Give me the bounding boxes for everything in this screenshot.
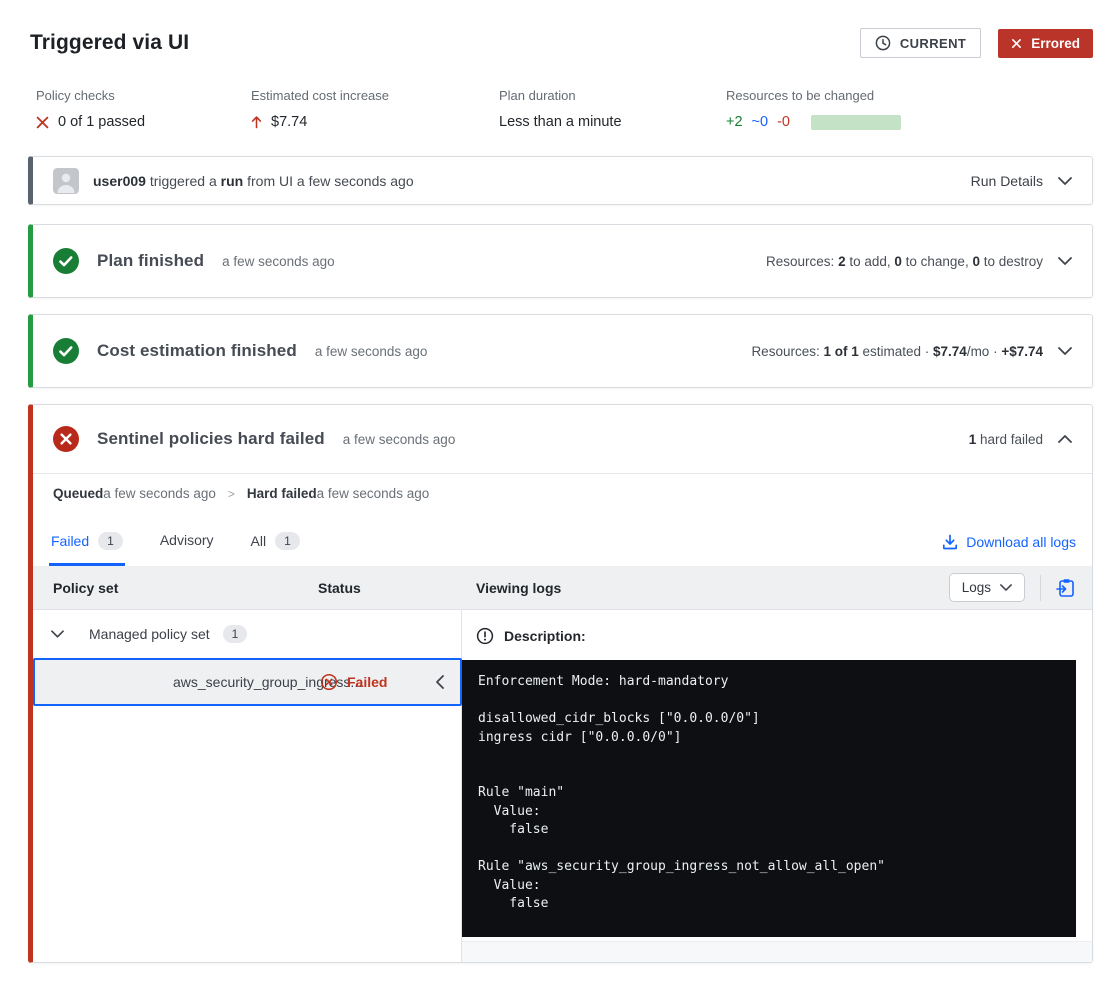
sentinel-policies-card: Sentinel policies hard failed a few seco… <box>28 404 1093 963</box>
resources-destroy: -0 <box>777 114 790 130</box>
download-all-logs-link[interactable]: Download all logs <box>942 532 1076 550</box>
plan-title: Plan finished <box>97 251 205 270</box>
sentinel-header: Sentinel policies hard failed a few seco… <box>33 405 1092 473</box>
resources-change: ~0 <box>751 114 769 130</box>
policy-set-group-row[interactable]: Managed policy set 1 <box>33 610 461 658</box>
info-icon <box>476 627 494 645</box>
plan-finished-card: Plan finished a few seconds ago Resource… <box>28 224 1093 298</box>
policy-set-count-badge: 1 <box>222 625 248 643</box>
tab-all[interactable]: All 1 <box>249 532 302 566</box>
stat-resources-changed: Resources to be changed +2 ~0 -0 <box>726 88 901 130</box>
top-bar: Triggered via UI CURRENT Errored <box>28 28 1093 58</box>
column-policy-set: Policy set <box>53 579 119 596</box>
policy-table-body: Managed policy set 1 aws_security_group_… <box>33 610 1092 962</box>
tab-advisory[interactable]: Advisory <box>158 532 216 564</box>
cost-title: Cost estimation finished <box>97 341 297 360</box>
policy-list: Managed policy set 1 aws_security_group_… <box>33 610 462 962</box>
errored-status-badge: Errored <box>998 28 1093 58</box>
policy-row-selected[interactable]: aws_security_group_ingress... Failed <box>33 658 462 706</box>
failed-count-badge: 1 <box>98 532 123 550</box>
x-icon <box>1011 38 1022 49</box>
plan-time: a few seconds ago <box>222 253 335 269</box>
log-panel-footer <box>462 941 1092 962</box>
all-count-badge: 1 <box>275 532 300 550</box>
chevron-down-icon <box>1058 347 1072 355</box>
x-circle-icon <box>53 426 79 452</box>
trigger-text: user009 triggered a run from UI a few se… <box>93 172 414 189</box>
trigger-user: user009 <box>93 172 146 189</box>
policy-tabs: Failed 1 Advisory All 1 Download all log… <box>33 514 1092 566</box>
sentinel-time: a few seconds ago <box>342 431 456 447</box>
check-circle-icon <box>53 338 79 364</box>
chevron-up-icon <box>1058 435 1072 443</box>
failed-x-icon <box>36 116 49 129</box>
stat-label: Policy checks <box>36 88 115 103</box>
chevron-left-icon[interactable] <box>436 675 444 689</box>
trigger-run-word: run <box>220 172 244 189</box>
chevron-down-icon <box>1058 257 1072 265</box>
resources-add: +2 <box>726 114 743 130</box>
run-stats: Policy checks 0 of 1 passed Estimated co… <box>36 88 1093 130</box>
run-trigger-row: user009 triggered a run from UI a few se… <box>28 156 1093 205</box>
sentinel-summary-toggle[interactable]: 1 hard failed <box>969 432 1072 447</box>
timeline-separator: > <box>227 486 235 501</box>
stat-cost-increase: Estimated cost increase $7.74 <box>251 88 499 130</box>
column-status: Status <box>318 579 361 596</box>
errored-label: Errored <box>1031 35 1080 51</box>
check-circle-icon <box>53 248 79 274</box>
cost-summary-toggle[interactable]: Resources: 1 of 1 estimated · $7.74/mo ·… <box>751 344 1072 359</box>
stat-label: Estimated cost increase <box>251 88 390 103</box>
description-label: Description: <box>504 628 586 644</box>
arrow-up-icon <box>251 115 262 129</box>
logs-dropdown[interactable]: Logs <box>948 573 1025 602</box>
policy-table-header: Policy set Status Viewing logs Logs <box>33 566 1092 610</box>
cost-estimation-card: Cost estimation finished a few seconds a… <box>28 314 1093 388</box>
stat-value: 0 of 1 passed <box>58 114 146 130</box>
avatar <box>53 167 79 194</box>
policy-status: Failed <box>320 673 387 691</box>
stat-label: Plan duration <box>499 88 576 103</box>
run-details-label: Run Details <box>970 172 1043 189</box>
tab-failed[interactable]: Failed 1 <box>49 532 125 566</box>
run-details-toggle[interactable]: Run Details <box>971 173 1072 189</box>
resources-change-bar <box>811 114 901 130</box>
chevron-down-icon <box>51 630 64 638</box>
sentinel-title: Sentinel policies hard failed <box>97 429 325 448</box>
cost-time: a few seconds ago <box>314 343 428 359</box>
column-viewing-logs: Viewing logs <box>476 579 562 596</box>
stat-value: Less than a minute <box>499 114 622 130</box>
policy-log-output: Enforcement Mode: hard-mandatory disallo… <box>462 660 1076 937</box>
page-title: Triggered via UI <box>30 31 190 54</box>
failed-circle-x-icon <box>320 673 338 691</box>
chevron-down-icon <box>1000 584 1012 591</box>
current-button[interactable]: CURRENT <box>859 28 982 58</box>
sentinel-timeline: Queued a few seconds ago > Hard failed a… <box>33 473 1092 514</box>
policy-name: aws_security_group_ingress... <box>173 674 363 690</box>
top-actions: CURRENT Errored <box>859 28 1093 58</box>
queued-label: Queued <box>53 486 104 501</box>
current-label: CURRENT <box>899 35 967 51</box>
hard-failed-label: Hard failed <box>246 486 317 501</box>
chevron-down-icon <box>1058 176 1072 185</box>
plan-summary-toggle[interactable]: Resources: 2 to add, 0 to change, 0 to d… <box>766 254 1072 269</box>
raw-log-clipboard-icon[interactable] <box>1056 578 1076 598</box>
stat-plan-duration: Plan duration Less than a minute <box>499 88 726 130</box>
stat-policy-checks: Policy checks 0 of 1 passed <box>36 88 251 130</box>
header-divider <box>1040 574 1041 601</box>
policy-set-name: Managed policy set <box>89 626 210 642</box>
stat-label: Resources to be changed <box>726 88 875 103</box>
log-description-header: Description: <box>462 610 1092 660</box>
stat-value: $7.74 <box>271 114 308 130</box>
download-icon <box>942 534 958 550</box>
run-page: Triggered via UI CURRENT Errored Policy … <box>0 0 1109 973</box>
log-panel: Description: Enforcement Mode: hard-mand… <box>462 610 1092 962</box>
clock-icon <box>875 35 891 51</box>
